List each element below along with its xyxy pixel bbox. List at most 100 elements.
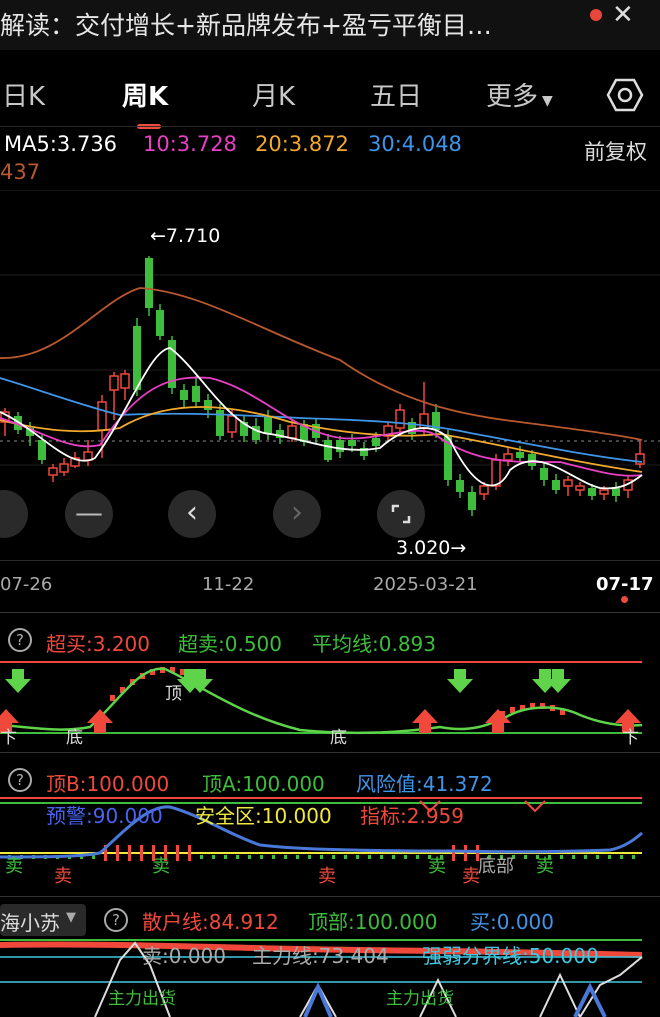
- sell-signal: 卖: [5, 856, 23, 877]
- candle-body: [503, 453, 513, 461]
- indicator-selector[interactable]: 海小苏 ▼: [0, 904, 86, 936]
- sell-signal: 卖: [54, 866, 72, 887]
- candle-body: [575, 485, 585, 491]
- indicator-bar: [188, 845, 191, 861]
- indicator-bar: [308, 855, 311, 859]
- candle-body: [491, 459, 501, 487]
- help-icon[interactable]: ?: [104, 908, 128, 932]
- candle-body: [336, 440, 344, 452]
- indicator-bar: [212, 855, 215, 859]
- sell-arrow-icon: [5, 669, 31, 693]
- bottom-marker: 卞: [622, 728, 639, 745]
- high-price-annotation: ←7.710: [150, 225, 220, 247]
- settings-hexagon-icon[interactable]: [606, 76, 644, 114]
- adjust-mode-button[interactable]: 前复权: [584, 136, 647, 166]
- candle-body: [204, 400, 212, 410]
- buy-arrow-icon: [87, 709, 113, 733]
- candle-body: [348, 440, 356, 446]
- indicator-bar: [356, 855, 359, 859]
- indicator-bar: [416, 855, 419, 859]
- top-label: 顶部:100.000: [308, 910, 438, 934]
- candle-body: [516, 452, 524, 458]
- sell-signal: 卖: [318, 866, 336, 887]
- indicator-bar: [332, 855, 335, 859]
- fullscreen-button[interactable]: [377, 490, 425, 538]
- close-icon[interactable]: ✕: [612, 0, 634, 30]
- candle-body: [48, 467, 58, 476]
- scroll-right-button[interactable]: ›: [273, 490, 321, 538]
- candle-body: [468, 492, 476, 510]
- candle-body: [456, 480, 464, 492]
- candle-body: [97, 401, 107, 431]
- indicator-bar: [524, 855, 527, 859]
- risk-label: 风险值:41.372: [356, 772, 493, 796]
- indicator-bar: [452, 845, 455, 861]
- indicator-bar: [272, 855, 275, 859]
- index-label: 指标:2.959: [360, 804, 464, 828]
- indicator-bar: [260, 855, 263, 859]
- tab-day-k[interactable]: 日K: [2, 76, 45, 113]
- help-icon[interactable]: ?: [8, 768, 32, 792]
- tab-month-k[interactable]: 月K: [252, 76, 295, 113]
- indicator-bar: [632, 855, 635, 859]
- indicator-bar: [584, 855, 587, 859]
- sell-signal: 卖: [428, 856, 446, 877]
- candle-body: [552, 480, 560, 490]
- candle-body: [83, 451, 93, 461]
- x-tick-current: 07-17: [596, 574, 654, 595]
- tab-week-k[interactable]: 周K: [122, 76, 168, 113]
- overbuy-label: 超买:3.200: [46, 632, 150, 656]
- indicator-bar: [116, 845, 119, 861]
- tab-five-day[interactable]: 五日: [370, 76, 422, 113]
- candle-body: [479, 485, 489, 495]
- candle-body: [120, 373, 130, 389]
- indicator-bar: [368, 855, 371, 859]
- indicator-bar: [392, 855, 395, 859]
- x-tick: 2025-03-21: [373, 574, 478, 595]
- indicator-bar: [284, 855, 287, 859]
- outflow-label: 主力出货: [386, 989, 454, 1009]
- candle-body: [156, 310, 164, 336]
- candle-body: [372, 438, 380, 446]
- topB-label: 顶B:100.000: [46, 772, 170, 796]
- ma10-label: 10:3.728: [143, 132, 237, 156]
- sell-signal: 卖: [536, 856, 554, 877]
- low-price-annotation: 3.020→: [396, 537, 466, 559]
- help-icon[interactable]: ?: [8, 628, 32, 652]
- candle-body: [145, 258, 153, 308]
- zoom-out-button[interactable]: —: [65, 490, 113, 538]
- indicator-bar: [248, 855, 251, 859]
- candle-body: [528, 454, 536, 466]
- buy-arrow-icon: [485, 709, 511, 733]
- candle-body: [59, 463, 69, 473]
- divide-line-label: 强弱分界线:50.000: [422, 944, 599, 968]
- ma60-label: 437: [0, 160, 41, 184]
- buy-label: 买:0.000: [470, 910, 554, 934]
- current-marker-dot: [621, 596, 628, 603]
- candle-body: [227, 415, 237, 433]
- chevron-down-icon: ▼: [542, 93, 553, 109]
- top-bar: 解读：交付增长+新品牌发布+盈亏平衡目… ✕: [0, 0, 660, 50]
- candle-body: [109, 375, 119, 391]
- indicator-panel-1[interactable]: 顶 底 底 卞 卞: [0, 655, 660, 745]
- indicator-bar: [344, 855, 347, 859]
- candle-body: [324, 440, 332, 460]
- indicator-bar: [560, 855, 563, 859]
- news-title[interactable]: 解读：交付增长+新品牌发布+盈亏平衡目…: [0, 6, 560, 42]
- main-force-label: 主力线:73.404: [252, 944, 389, 968]
- candle-body: [588, 488, 596, 496]
- candle-body: [287, 425, 297, 439]
- ma5-label: MA5:3.736: [4, 132, 118, 156]
- sell-arrow-icon: [447, 669, 473, 693]
- ma60-line: [0, 287, 643, 441]
- chevron-right-icon: ›: [291, 495, 303, 530]
- ma30-line: [0, 377, 643, 463]
- scroll-left-button[interactable]: ‹: [168, 490, 216, 538]
- topA-label: 顶A:100.000: [202, 772, 325, 796]
- indicator-bar: [620, 855, 623, 859]
- oversell-label: 超卖:0.500: [178, 632, 282, 656]
- indicator-bar: [320, 855, 323, 859]
- tab-more[interactable]: 更多 ▼: [486, 76, 553, 113]
- indicator-bar: [176, 845, 179, 861]
- retail-line-label: 散户线:84.912: [142, 910, 279, 934]
